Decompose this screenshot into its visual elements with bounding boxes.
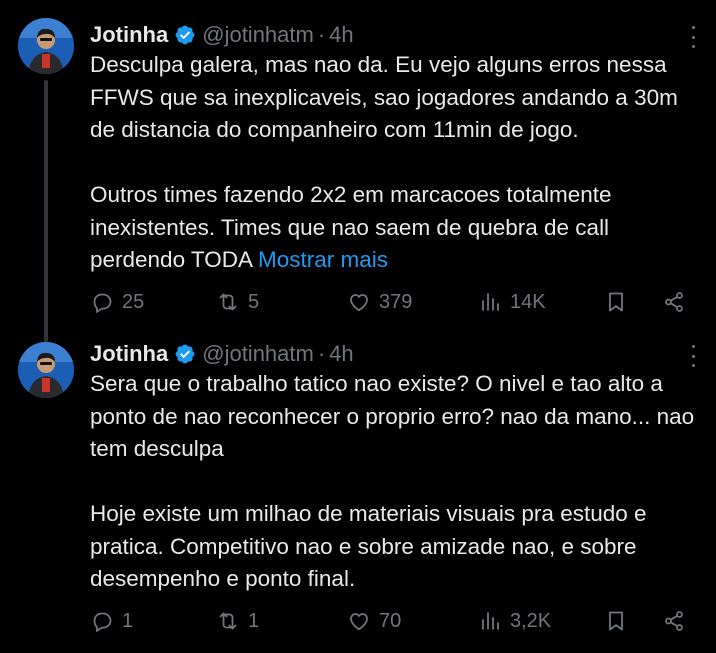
bookmark-button[interactable] [604,288,628,316]
like-count: 379 [379,290,413,313]
retweet-icon [219,612,237,630]
tweet-header: Jotinha @jotinhatm · 4h [90,339,354,369]
more-icon[interactable] [690,26,696,48]
avatar[interactable] [18,18,74,74]
reply-count: 25 [122,290,145,313]
retweet-count: 1 [248,609,260,632]
show-more-link[interactable]: Mostrar mais [258,247,388,272]
tweet-text: Desculpa galera, mas nao da. Eu vejo alg… [90,49,702,277]
reply-button[interactable]: 1 [90,607,133,635]
share-button[interactable] [662,607,686,635]
like-button[interactable]: 70 [347,607,401,635]
views-button[interactable]: 14K [478,288,546,316]
views-count: 3,2K [510,609,552,632]
verified-badge-icon [175,344,195,364]
reply-icon [93,612,112,633]
retweet-icon [219,293,237,311]
display-name[interactable]: Jotinha [90,341,168,367]
tweet-actions: 25 5 379 14K [90,288,690,316]
retweet-button[interactable]: 5 [216,288,259,316]
timestamp[interactable]: 4h [329,341,353,367]
reply-count: 1 [122,609,134,632]
like-button[interactable]: 379 [347,288,412,316]
share-icon [665,611,683,631]
separator-dot: · [317,22,326,47]
heart-icon [350,613,368,631]
retweet-count: 5 [248,290,260,313]
bookmark-icon [609,292,623,312]
timestamp[interactable]: 4h [329,22,353,48]
more-icon[interactable] [690,345,696,367]
handle[interactable]: @jotinhatm [202,22,314,48]
heart-icon [350,294,368,312]
avatar[interactable] [18,342,74,398]
share-button[interactable] [662,288,686,316]
views-count: 14K [510,290,546,313]
retweet-button[interactable]: 1 [216,607,259,635]
views-icon [482,293,499,311]
verified-badge-icon [175,25,195,45]
views-icon [482,612,499,630]
tweet-text: Sera que o trabalho tatico nao existe? O… [90,368,702,596]
reply-icon [93,293,112,314]
tweet-body: Sera que o trabalho tatico nao existe? O… [90,371,695,591]
display-name[interactable]: Jotinha [90,22,168,48]
views-button[interactable]: 3,2K [478,607,551,635]
handle[interactable]: @jotinhatm [202,341,314,367]
thread-line [44,80,48,342]
bookmark-icon [609,611,623,631]
tweet-actions: 1 1 70 3,2K [90,607,690,635]
reply-button[interactable]: 25 [90,288,144,316]
bookmark-button[interactable] [604,607,628,635]
separator-dot: · [317,341,326,366]
tweet-body: Desculpa galera, mas nao da. Eu vejo alg… [90,52,678,272]
tweet-header: Jotinha @jotinhatm · 4h [90,20,354,50]
share-icon [665,292,683,312]
like-count: 70 [379,609,402,632]
